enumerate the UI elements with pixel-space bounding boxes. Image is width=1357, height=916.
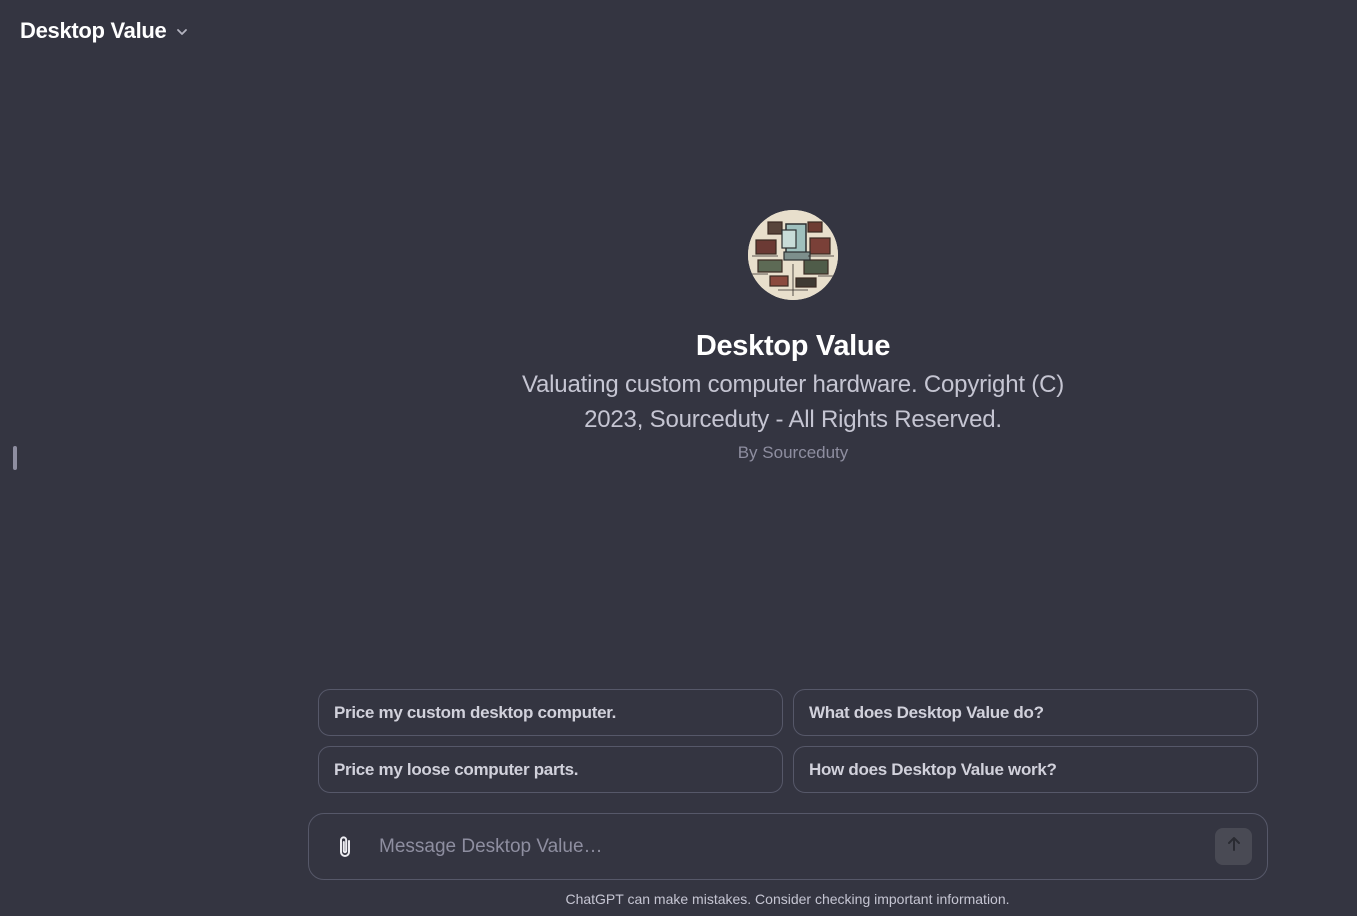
gpt-title: Desktop Value (695, 330, 891, 362)
message-composer (308, 813, 1268, 880)
arrow-up-icon (1225, 835, 1243, 858)
suggestion-price-custom-desktop[interactable]: Price my custom desktop computer. (318, 689, 783, 736)
suggestion-price-loose-parts[interactable]: Price my loose computer parts. (318, 746, 783, 793)
model-selector[interactable]: Desktop Value (20, 18, 189, 44)
gpt-description: Valuating custom computer hardware. Copy… (522, 371, 1064, 433)
chat-page: Desktop Value Desktop Value Valuating cu… (0, 0, 1357, 916)
chevron-down-icon (175, 25, 189, 39)
message-input[interactable] (377, 834, 1215, 859)
model-name: Desktop Value (20, 18, 167, 43)
gpt-author: By Sourceduty (737, 443, 849, 462)
gpt-avatar (748, 210, 838, 300)
paperclip-icon[interactable] (331, 833, 359, 861)
suggestion-grid: Price my custom desktop computer. What d… (318, 689, 1258, 793)
gpt-intro: Desktop Value Valuating custom computer … (468, 210, 1118, 463)
send-button[interactable] (1215, 828, 1252, 865)
disclaimer-text: ChatGPT can make mistakes. Consider chec… (565, 891, 1010, 907)
sidebar-toggle-handle[interactable] (13, 446, 17, 470)
suggestion-what-does-it-do[interactable]: What does Desktop Value do? (793, 689, 1258, 736)
suggestion-how-does-it-work[interactable]: How does Desktop Value work? (793, 746, 1258, 793)
